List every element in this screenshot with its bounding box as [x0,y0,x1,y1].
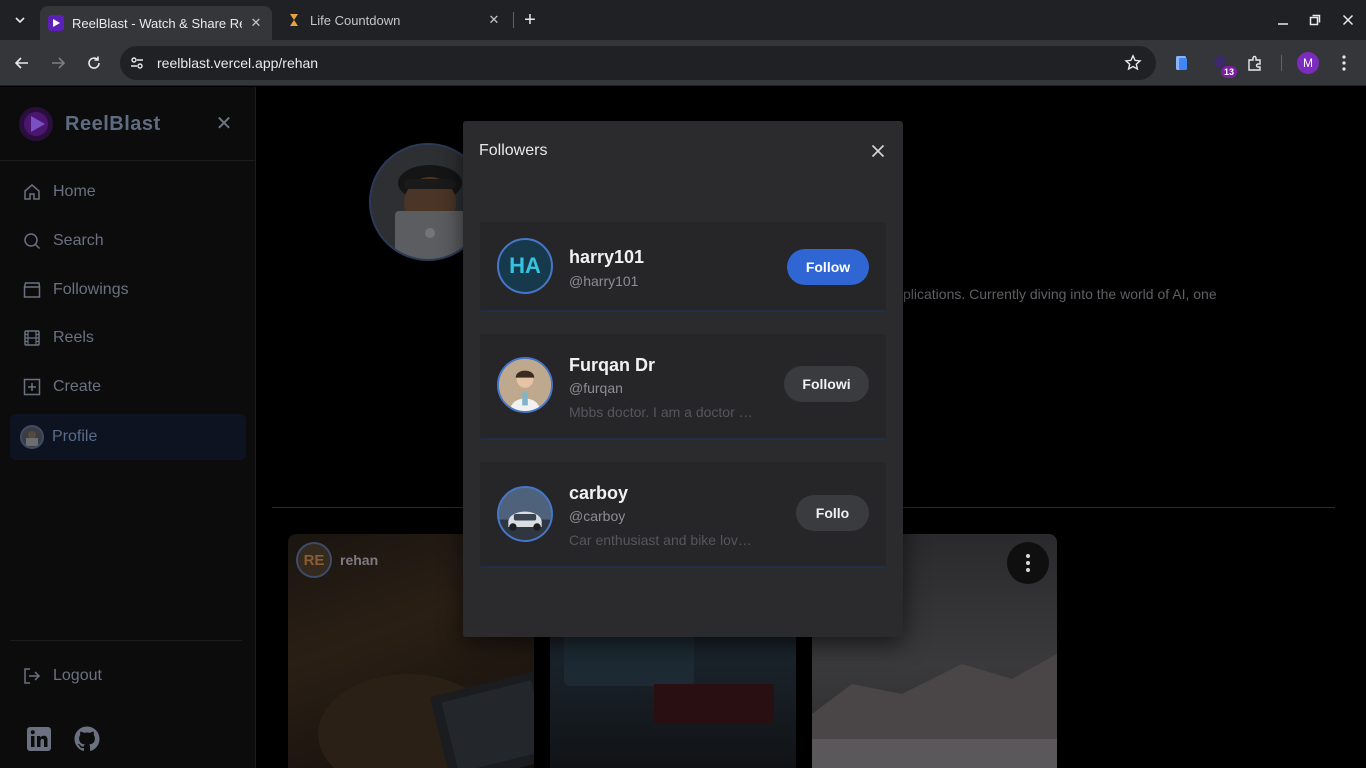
reelblast-logo-icon [16,104,56,144]
new-tab-button[interactable]: + [518,8,542,32]
more-vertical-icon [1026,554,1030,572]
close-icon[interactable]: ✕ [486,12,502,28]
follower-card[interactable]: Furqan Dr @furqan Mbbs doctor. I am a do… [480,334,886,440]
sidebar-item-label: Profile [52,428,98,445]
github-icon[interactable] [73,725,101,753]
follower-bio: Mbbs doctor. I am a doctor … [569,404,753,420]
tab-reelblast[interactable]: ReelBlast - Watch & Share Re ✕ [40,6,272,40]
brand-name: ReelBlast [65,112,161,135]
follower-bio: Car enthusiast and bike lover … [569,532,757,548]
avatar: HA [497,238,553,294]
reload-button[interactable] [81,50,107,76]
sidebar: ReelBlast ✕ Home Search Followings Reels… [0,87,256,768]
arrow-right-icon [52,57,66,69]
sidebar-item-home[interactable]: Home [10,169,246,215]
chevron-down-icon [15,17,25,24]
reel-owner-name: rehan [340,552,379,568]
docs-extension-icon[interactable] [1171,52,1193,74]
reel-options-button[interactable] [1007,542,1049,584]
sidebar-item-reels[interactable]: Reels [10,315,246,361]
forward-button[interactable] [45,50,71,76]
address-bar[interactable]: reelblast.vercel.app/rehan [120,46,1156,80]
search-icon [22,231,42,251]
follow-button[interactable]: Follow [787,249,869,285]
follower-name: carboy [569,483,629,503]
reelblast-favicon-icon [48,15,64,31]
followers-modal: Followers HA harry101 @harry101 Follow F… [463,121,903,637]
sidebar-item-create[interactable]: Create [10,364,246,410]
bookmark-star-icon[interactable] [1124,54,1142,77]
close-icon [871,144,885,158]
tab-search-button[interactable] [8,8,32,32]
avatar: RE [296,542,332,578]
tab-title: Life Countdown [310,12,401,28]
back-button[interactable] [9,50,35,76]
logout-label: Logout [53,667,102,684]
clapperboard-icon [22,280,42,300]
close-icon [1342,14,1354,26]
logout-icon [22,666,42,686]
hourglass-favicon-icon [286,12,302,28]
sidebar-item-profile[interactable]: Profile [10,414,246,460]
sidebar-item-label: Reels [53,329,94,346]
extension-badge-count: 13 [1220,66,1237,78]
sidebar-item-search[interactable]: Search [10,218,246,264]
tab-life-countdown[interactable]: Life Countdown ✕ [278,6,510,34]
follower-handle: @furqan [569,380,623,396]
sidebar-divider [0,160,256,161]
film-icon [22,328,42,348]
reel-owner[interactable]: RE rehan [296,542,378,578]
close-window-button[interactable] [1336,8,1360,32]
follower-card[interactable]: HA harry101 @harry101 Follow [480,222,886,312]
url-text: reelblast.vercel.app/rehan [157,55,319,71]
sidebar-close-icon[interactable]: ✕ [214,113,234,135]
restore-button[interactable] [1303,8,1327,32]
sidebar-divider [10,640,242,641]
close-icon[interactable]: ✕ [248,15,264,31]
sidebar-item-label: Home [53,183,96,200]
avatar [497,486,553,542]
sidebar-item-label: Search [53,232,104,249]
puzzle-extensions-icon[interactable] [1244,52,1266,74]
linkedin-icon[interactable] [25,725,53,753]
home-icon [22,182,42,202]
avatar [497,357,553,413]
tab-title: ReelBlast - Watch & Share Re [72,15,242,31]
follower-card[interactable]: carboy @carboy Car enthusiast and bike l… [480,462,886,568]
browser-toolbar: reelblast.vercel.app/rehan 13 [0,40,1366,86]
following-button[interactable]: Followi [784,366,869,402]
follower-handle: @carboy [569,508,626,524]
minimize-button[interactable] [1271,8,1295,32]
follower-name: Furqan Dr [569,355,656,375]
tab-separator [513,12,514,28]
arrow-left-icon [14,57,28,69]
extension-badge-icon[interactable]: 13 [1209,52,1237,78]
avatar [20,425,44,449]
sidebar-item-followings[interactable]: Followings [10,267,246,313]
site-info-icon[interactable] [124,50,150,76]
browser-profile-avatar[interactable]: M [1297,52,1319,74]
follower-name: harry101 [569,247,645,267]
sidebar-item-label: Followings [53,281,129,298]
reload-icon [88,56,100,69]
modal-title: Followers [479,142,548,159]
browser-menu-icon[interactable] [1334,52,1354,74]
sidebar-item-label: Create [53,378,102,395]
modal-close-button[interactable] [867,140,889,162]
follower-handle: @harry101 [569,273,639,289]
following-button[interactable]: Follo [796,495,869,531]
avatar-initials: HA [509,253,541,278]
restore-icon [1309,14,1321,26]
profile-bio-text: plications. Currently diving into the wo… [903,286,1217,302]
minimize-icon [1278,23,1288,25]
plus-square-icon [22,377,42,397]
brand[interactable]: ReelBlast [16,103,161,145]
logout-button[interactable]: Logout [10,653,246,699]
toolbar-divider [1281,55,1282,71]
browser-tab-strip: ReelBlast - Watch & Share Re ✕ Life Coun… [0,0,1366,40]
